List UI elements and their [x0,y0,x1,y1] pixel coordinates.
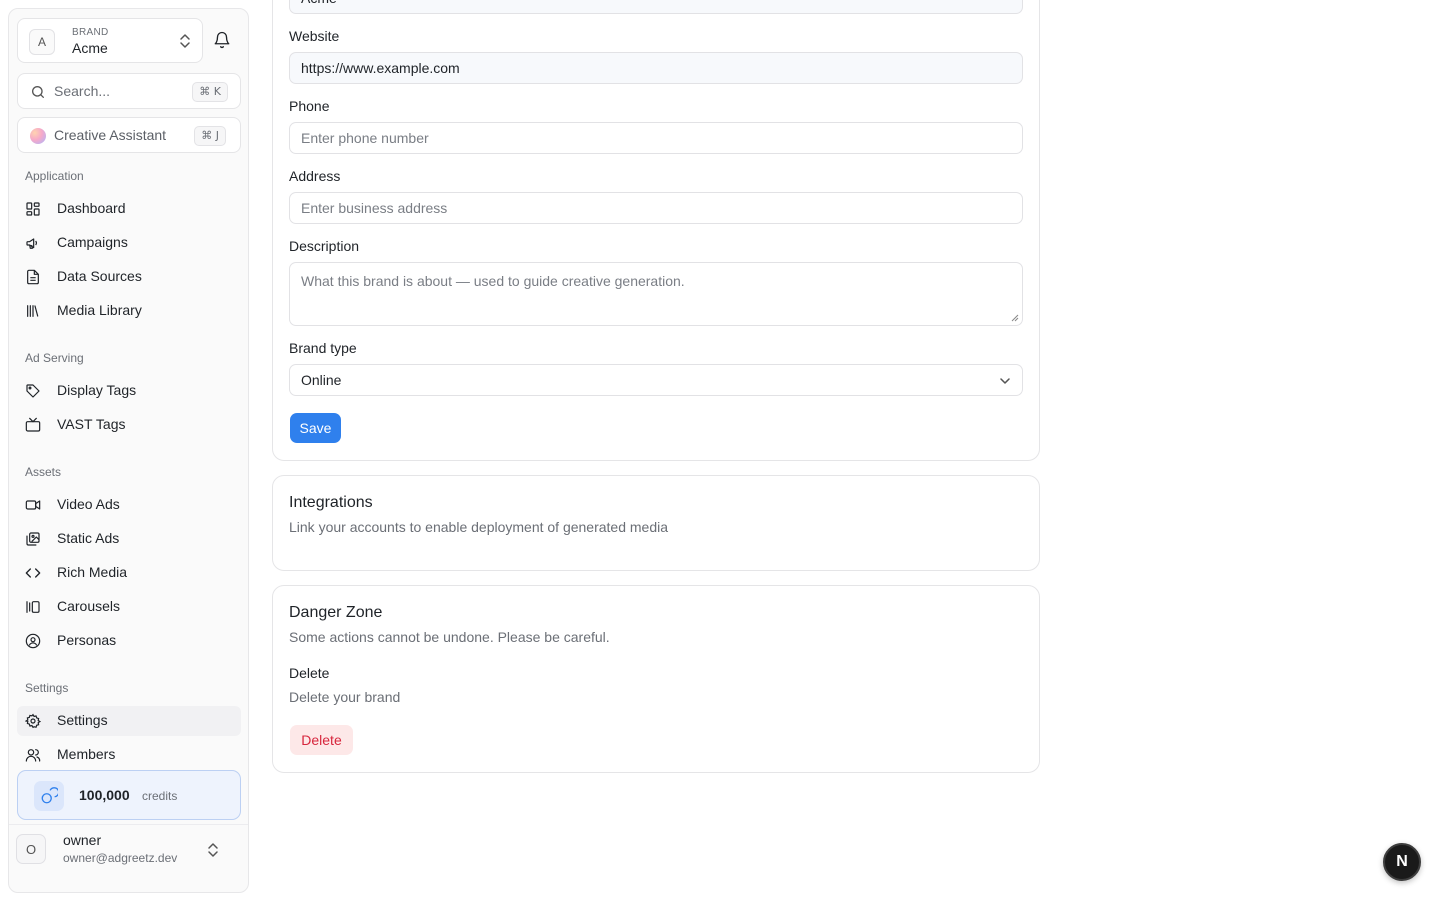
address-field[interactable]: Enter business address [289,192,1023,224]
credits-card[interactable]: 100,000 credits [17,770,241,820]
brand-switcher[interactable]: A BRAND Acme [17,18,203,63]
chevrons-up-down-icon [208,843,218,857]
credits-value: 100,000 [79,787,130,803]
users-icon [25,749,41,762]
search-label: Search... [54,83,111,99]
sidebar-item-label: Carousels [57,598,121,614]
chevron-down-icon [1000,378,1010,384]
brand-type-value: Online [301,372,342,388]
search-shortcut: ⌘ K [192,82,228,102]
sidebar-item-label: Video Ads [57,496,120,512]
chevrons-up-down-icon [180,34,190,48]
sidebar-item-carousels[interactable]: Carousels [17,592,241,622]
description-placeholder: What this brand is about — used to guide… [301,273,685,289]
description-field[interactable]: What this brand is about — used to guide… [289,262,1023,326]
search-button[interactable]: Search... ⌘ K [17,73,241,109]
sidebar-item-static-ads[interactable]: Static Ads [17,524,241,554]
code-icon [25,568,41,578]
user-name: owner [63,832,102,848]
integrations-title: Integrations [289,494,373,511]
tag-icon [26,384,40,398]
brand-name: Acme [72,40,108,56]
integrations-subtitle: Link your accounts to enable deployment … [289,519,669,535]
sidebar-item-campaigns[interactable]: Campaigns [17,228,241,258]
section-application: Application [25,169,84,183]
creative-assistant-button[interactable]: Creative Assistant ⌘ J [17,117,241,153]
credits-unit: credits [142,789,178,803]
sidebar-item-dashboard[interactable]: Dashboard [17,194,241,224]
section-assets: Assets [25,465,62,479]
megaphone-icon [26,238,37,249]
sidebar-item-label: Display Tags [57,382,137,398]
sidebar-item-data-sources[interactable]: Data Sources [17,262,241,292]
avatar: O [16,834,46,864]
layout-grid-icon [26,202,40,216]
description-label: Description [289,238,360,254]
sidebar-item-label: Personas [57,632,117,648]
sidebar-item-label: Settings [57,712,108,728]
tv-icon [25,417,41,432]
dev-tools-button[interactable]: N [1383,843,1421,881]
brand-kicker: BRAND [72,27,109,38]
sidebar-item-personas[interactable]: Personas [17,626,241,656]
sidebar: A BRAND Acme Search... ⌘ K Creative Assi… [8,8,249,893]
brand-avatar: A [29,29,55,55]
coins-icon [34,781,64,811]
sidebar-item-vast-tags[interactable]: VAST Tags [17,410,241,440]
section-ad-serving: Ad Serving [25,351,84,365]
delete-heading: Delete [289,665,330,681]
assistant-label: Creative Assistant [54,127,167,143]
brand-type-label: Brand type [289,340,357,356]
brand-name-field[interactable]: Acme [289,0,1023,14]
gallery-horizontal-icon [26,601,40,613]
images-icon [26,532,40,546]
website-label: Website [289,28,340,44]
sidebar-item-label: Rich Media [57,564,128,580]
sidebar-item-label: Media Library [57,302,142,318]
website-field[interactable]: https://www.example.com [289,52,1023,84]
sidebar-item-members[interactable]: Members [17,740,241,770]
section-settings: Settings [25,681,69,695]
danger-zone-subtitle: Some actions cannot be undone. Please be… [289,629,610,645]
delete-brand-button[interactable]: Delete [290,725,353,755]
phone-field[interactable]: Enter phone number [289,122,1023,154]
sidebar-item-rich-media[interactable]: Rich Media [17,558,241,588]
resize-grip-icon[interactable] [1011,314,1019,322]
phone-label: Phone [289,98,330,114]
sidebar-item-video-ads[interactable]: Video Ads [17,490,241,520]
sidebar-divider [9,824,248,825]
sidebar-item-settings[interactable]: Settings [17,706,241,736]
sidebar-item-label: Members [57,746,116,762]
assistant-shortcut: ⌘ J [194,126,226,146]
sidebar-item-media-library[interactable]: Media Library [17,296,241,326]
save-button[interactable]: Save [290,413,341,443]
sidebar-item-label: Dashboard [57,200,126,216]
sidebar-item-label: VAST Tags [57,416,126,432]
user-circle-icon [25,633,41,649]
search-icon [32,86,44,98]
sidebar-item-label: Campaigns [57,234,128,250]
address-label: Address [289,168,341,184]
file-text-icon [27,269,39,285]
danger-zone-title: Danger Zone [289,604,383,621]
video-icon [25,500,41,510]
sidebar-item-label: Static Ads [57,530,120,546]
delete-description: Delete your brand [289,689,401,705]
danger-zone-card [272,585,1040,773]
sidebar-item-display-tags[interactable]: Display Tags [17,376,241,406]
user-email: owner@adgreetz.dev [63,851,178,865]
assistant-orb-icon [30,128,46,144]
library-icon [27,305,39,317]
brand-type-select[interactable]: Online [289,364,1023,396]
gear-icon [25,713,41,729]
bell-icon[interactable] [213,31,231,49]
sidebar-item-label: Data Sources [57,268,142,284]
